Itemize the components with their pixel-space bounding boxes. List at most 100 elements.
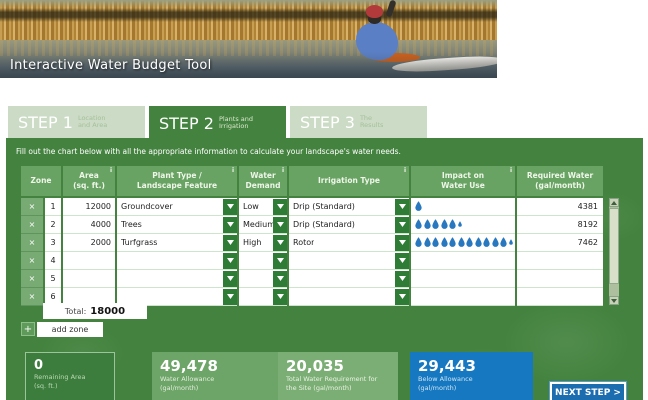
plant-type-select[interactable]: Turfgrass <box>117 234 237 252</box>
chevron-down-icon[interactable] <box>223 289 237 305</box>
water-droplet-icon <box>424 219 431 231</box>
delete-zone-button[interactable]: × <box>21 198 43 216</box>
tab-step-3[interactable]: STEP 3 TheResults <box>290 106 427 138</box>
delete-zone-button[interactable]: × <box>21 288 43 306</box>
banner-title: Interactive Water Budget Tool <box>10 58 212 73</box>
column-header-zone: Zone <box>21 166 61 196</box>
chevron-down-icon[interactable] <box>395 253 409 269</box>
tab-step-number: STEP 2 <box>159 114 214 133</box>
scroll-up-icon[interactable] <box>609 198 619 207</box>
impact-droplets <box>411 198 515 216</box>
table-rows: ×112000GroundcoverLowDrip (Standard)4381… <box>21 198 609 306</box>
water-droplet-icon <box>492 237 499 249</box>
tab-step-1[interactable]: STEP 1 Locationand Area <box>8 106 145 138</box>
water-demand-select[interactable] <box>239 252 287 270</box>
irrigation-type-select[interactable] <box>289 270 409 288</box>
info-icon[interactable]: i <box>404 167 406 175</box>
impact-droplets <box>411 270 515 288</box>
water-droplet-icon <box>458 237 465 249</box>
water-demand-select-value: High <box>243 238 261 247</box>
chevron-down-icon[interactable] <box>395 235 409 251</box>
water-droplet-icon <box>415 201 422 213</box>
table-scrollbar[interactable] <box>609 198 619 305</box>
chevron-down-icon[interactable] <box>273 235 287 251</box>
water-droplet-icon <box>415 219 422 231</box>
table-row: ×32000TurfgrassHighRotor7462 <box>21 234 609 252</box>
add-zone-plus-icon[interactable]: + <box>21 322 35 336</box>
area-field[interactable]: 2000 <box>63 234 115 252</box>
chevron-down-icon[interactable] <box>273 199 287 215</box>
chevron-down-icon[interactable] <box>223 199 237 215</box>
delete-zone-button[interactable]: × <box>21 234 43 252</box>
required-water-value <box>517 252 603 270</box>
water-demand-select[interactable]: High <box>239 234 287 252</box>
water-demand-select[interactable]: Low <box>239 198 287 216</box>
irrigation-type-select[interactable]: Drip (Standard) <box>289 198 409 216</box>
water-demand-select[interactable]: Medium <box>239 216 287 234</box>
irrigation-type-select[interactable] <box>289 252 409 270</box>
water-demand-select-value: Low <box>243 202 259 211</box>
info-icon[interactable]: i <box>510 167 512 175</box>
chevron-down-icon[interactable] <box>273 271 287 287</box>
irrigation-type-select[interactable] <box>289 288 409 306</box>
delete-zone-button[interactable]: × <box>21 216 43 234</box>
plant-type-select[interactable] <box>117 270 237 288</box>
chevron-down-icon[interactable] <box>273 289 287 305</box>
chevron-down-icon[interactable] <box>223 271 237 287</box>
water-droplet-icon <box>415 237 422 249</box>
delete-zone-button[interactable]: × <box>21 270 43 288</box>
plant-type-select-value: Trees <box>121 220 142 229</box>
column-header-required-water: Required Water(gal/month) <box>517 166 603 196</box>
irrigation-type-select[interactable]: Rotor <box>289 234 409 252</box>
total-value: 18000 <box>90 306 125 317</box>
water-droplet-icon <box>466 237 473 249</box>
half-water-droplet-icon <box>458 220 462 229</box>
plant-type-select[interactable]: Trees <box>117 216 237 234</box>
tab-step-label: Plants andIrrigation <box>219 116 253 131</box>
chevron-down-icon[interactable] <box>395 271 409 287</box>
info-icon[interactable]: i <box>282 167 284 175</box>
next-step-button[interactable]: NEXT STEP > <box>550 382 626 400</box>
water-droplet-icon <box>441 237 448 249</box>
irrigation-type-select-value: Drip (Standard) <box>293 220 355 229</box>
water-droplet-icon <box>483 237 490 249</box>
info-icon[interactable]: i <box>110 167 112 175</box>
chevron-down-icon[interactable] <box>223 235 237 251</box>
area-field[interactable]: 12000 <box>63 198 115 216</box>
impact-droplets <box>411 288 515 306</box>
water-allowance-value: 49,478 <box>160 357 270 375</box>
total-requirement-box: 20,035 Total Water Requirement forthe Si… <box>278 352 398 400</box>
chevron-down-icon[interactable] <box>223 217 237 233</box>
chevron-down-icon[interactable] <box>395 199 409 215</box>
column-header-irrigation-type: i Irrigation Type <box>289 166 409 196</box>
water-demand-select[interactable] <box>239 288 287 306</box>
remaining-area-label: Remaining Area(sq. ft.) <box>34 373 106 391</box>
tab-step-2[interactable]: STEP 2 Plants andIrrigation <box>149 106 286 140</box>
half-water-droplet-icon <box>509 238 513 247</box>
required-water-value: 4381 <box>517 198 603 216</box>
delete-zone-button[interactable]: × <box>21 252 43 270</box>
plant-type-select[interactable] <box>117 252 237 270</box>
chevron-down-icon[interactable] <box>395 289 409 305</box>
scrollbar-thumb[interactable] <box>609 208 619 284</box>
below-allowance-label: Below Allowance(gal/month) <box>418 375 525 393</box>
chevron-down-icon[interactable] <box>223 253 237 269</box>
water-allowance-label: Water Allowance(gal/month) <box>160 375 270 393</box>
chevron-down-icon[interactable] <box>273 217 287 233</box>
chevron-down-icon[interactable] <box>273 253 287 269</box>
kayaker-cap-graphic <box>366 5 383 18</box>
chevron-down-icon[interactable] <box>395 217 409 233</box>
add-zone-button[interactable]: add zone <box>37 322 103 337</box>
zone-number: 2 <box>45 216 61 234</box>
water-demand-select[interactable] <box>239 270 287 288</box>
scroll-down-icon[interactable] <box>609 296 619 305</box>
info-icon[interactable]: i <box>232 167 234 175</box>
area-field[interactable]: 4000 <box>63 216 115 234</box>
plant-type-select[interactable]: Groundcover <box>117 198 237 216</box>
area-field[interactable] <box>63 252 115 270</box>
irrigation-type-select[interactable]: Drip (Standard) <box>289 216 409 234</box>
tab-step-number: STEP 1 <box>18 113 73 132</box>
area-field[interactable] <box>63 270 115 288</box>
required-water-value: 8192 <box>517 216 603 234</box>
required-water-value: 7462 <box>517 234 603 252</box>
